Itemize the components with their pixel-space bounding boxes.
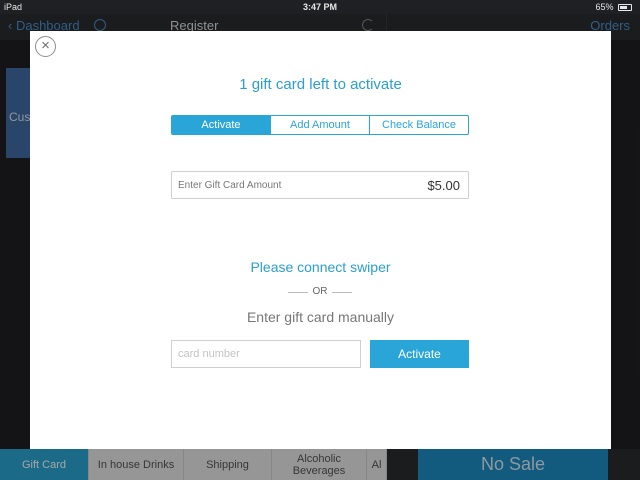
close-icon[interactable]: × [35, 36, 56, 57]
gift-card-modal: × 1 gift card left to activate Activate … [30, 31, 611, 449]
status-time: 3:47 PM [302, 2, 337, 12]
connect-swiper-message: Please connect swiper [250, 259, 391, 275]
or-divider: OR [288, 286, 352, 298]
activate-button[interactable]: Activate [370, 340, 469, 368]
gift-card-amount-field[interactable]: Enter Gift Card Amount $5.00 [171, 171, 469, 199]
card-number-input[interactable] [171, 340, 361, 368]
tab-add-amount[interactable]: Add Amount [271, 116, 370, 134]
battery-percent: 65% [595, 2, 614, 12]
amount-field-label: Enter Gift Card Amount [178, 180, 282, 191]
tab-activate[interactable]: Activate [172, 116, 271, 134]
amount-field-value: $5.00 [427, 178, 460, 193]
tab-check-balance[interactable]: Check Balance [370, 116, 468, 134]
battery-indicator: 65% [595, 2, 632, 12]
manual-entry-label: Enter gift card manually [246, 309, 395, 325]
or-line-right [332, 292, 352, 293]
battery-icon [618, 4, 632, 11]
modal-title: 1 gift card left to activate [239, 76, 402, 93]
status-bar: iPad 3:47 PM 65% [0, 0, 640, 14]
gift-card-mode-tabs: Activate Add Amount Check Balance [171, 115, 469, 135]
